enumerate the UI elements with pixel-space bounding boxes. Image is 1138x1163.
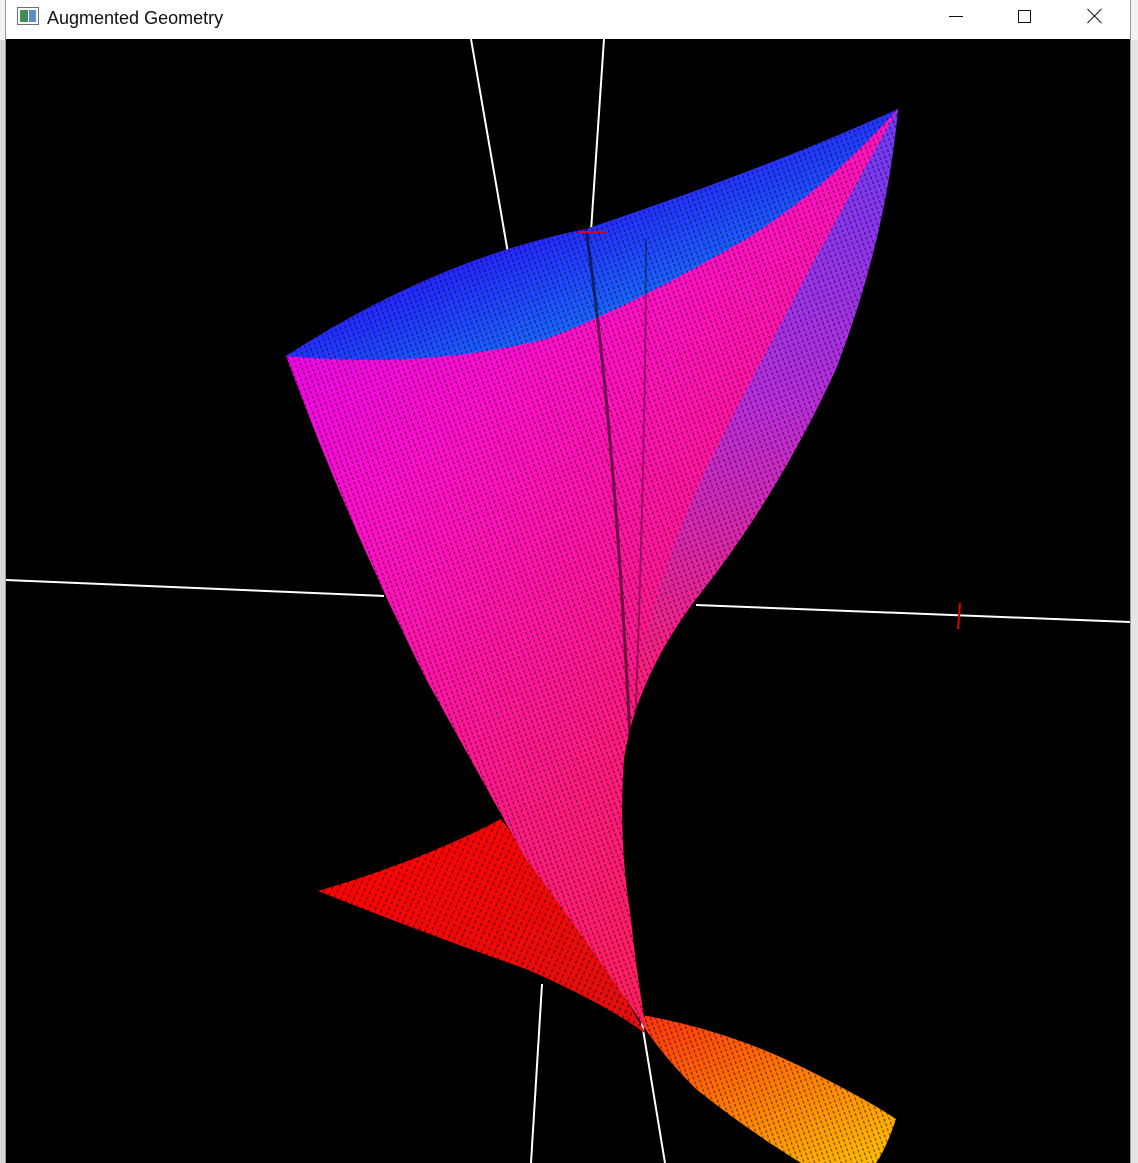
axis-vertical-upper-right	[590, 39, 605, 232]
tick-right	[957, 602, 961, 630]
minimize-icon	[949, 15, 963, 17]
axis-horizontal-right	[695, 604, 1130, 623]
minimize-button[interactable]	[921, 0, 991, 32]
title-bar[interactable]: Augmented Geometry	[6, 0, 1130, 39]
axis-vertical-upper-left	[470, 39, 510, 260]
surface-tail-sheet	[636, 1014, 896, 1163]
axis-vertical-lower-left	[530, 983, 543, 1163]
background-window-edge-right	[1130, 40, 1138, 1163]
close-button[interactable]	[1060, 0, 1130, 32]
surface-render	[6, 39, 1130, 1163]
axis-horizontal-left	[6, 579, 385, 597]
app-window-icon[interactable]	[17, 7, 39, 25]
maximize-icon	[1017, 9, 1031, 23]
maximize-button[interactable]	[989, 0, 1059, 32]
window-title: Augmented Geometry	[47, 8, 224, 28]
app-window: Augmented Geometry	[6, 0, 1130, 1163]
3d-viewport[interactable]	[6, 39, 1130, 1163]
close-icon	[1087, 8, 1103, 24]
